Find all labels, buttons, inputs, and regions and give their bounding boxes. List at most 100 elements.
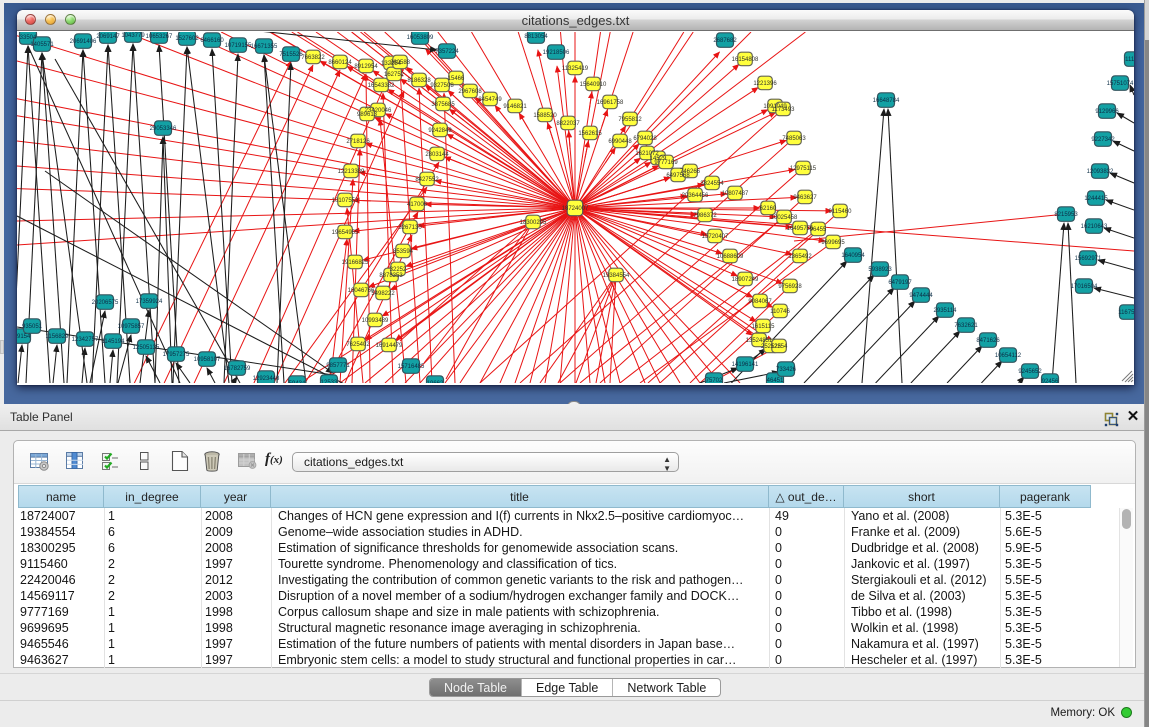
svg-text:16543382: 16543382 [368,83,395,89]
svg-text:260588: 260588 [390,60,411,66]
svg-text:9857771: 9857771 [326,363,350,369]
svg-text:7357224: 7357224 [435,49,459,55]
svg-text:7663822: 7663822 [301,55,325,61]
svg-text:746266: 746266 [680,169,701,175]
svg-text:9245652: 9245652 [1018,369,1042,375]
svg-text:16671355: 16671355 [251,44,278,50]
svg-text:15720407: 15720407 [702,234,729,240]
svg-text:1588520: 1588520 [533,113,557,119]
svg-text:8660124: 8660124 [328,60,352,66]
svg-text:12342757: 12342757 [72,337,99,343]
svg-text:9129966: 9129966 [1095,109,1119,115]
svg-text:20364456: 20364456 [682,193,709,199]
svg-text:46451: 46451 [767,378,784,383]
svg-text:15716485: 15716485 [398,364,425,370]
svg-text:8912954: 8912954 [354,64,378,70]
svg-text:16961758: 16961758 [597,100,624,106]
svg-text:17016504: 17016504 [1071,284,1098,290]
svg-text:8878353: 8878353 [379,273,403,279]
svg-text:10958107: 10958107 [194,357,221,363]
svg-text:96455: 96455 [810,227,827,233]
svg-text:1615115: 1615115 [752,324,776,330]
svg-text:12213389: 12213389 [338,169,365,175]
svg-text:16782759: 16782759 [224,366,251,372]
svg-text:10025458: 10025458 [771,215,798,221]
svg-text:8471626: 8471626 [976,338,1000,344]
svg-text:935051: 935051 [22,324,43,330]
svg-text:6479197: 6479197 [888,280,912,286]
svg-text:3875685: 3875685 [431,102,455,108]
svg-text:15466: 15466 [448,76,465,82]
svg-text:75702: 75702 [706,378,723,383]
svg-text:16053809: 16053809 [407,35,434,41]
svg-text:9146821: 9146821 [503,104,527,110]
svg-text:39154: 39154 [17,334,31,340]
svg-text:9115460: 9115460 [829,209,853,215]
svg-text:3267130: 3267130 [398,225,422,231]
svg-text:7632621: 7632621 [954,323,978,329]
svg-text:1173493: 1173493 [772,107,796,113]
svg-text:1244415: 1244415 [1084,196,1108,202]
svg-text:12254: 12254 [771,344,788,350]
svg-text:7515526: 7515526 [279,52,303,58]
svg-text:2687682: 2687682 [713,38,737,44]
svg-text:1640954: 1640954 [841,253,865,259]
svg-text:989613: 989613 [357,112,378,118]
svg-text:9227342: 9227342 [1091,137,1115,143]
svg-text:9327508: 9327508 [430,83,454,89]
svg-text:9474444: 9474444 [909,293,933,299]
svg-text:12975115: 12975115 [790,166,817,172]
svg-text:20206575: 20206575 [92,300,119,306]
svg-text:5498222: 5498222 [371,291,395,297]
svg-text:5938923: 5938923 [868,267,892,273]
svg-text:20691406: 20691406 [70,39,97,45]
svg-text:6990448: 6990448 [608,139,632,145]
svg-text:11325419: 11325419 [562,66,589,72]
svg-text:19662: 19662 [427,381,444,383]
svg-text:10993489: 10993489 [362,318,389,324]
svg-text:6466160: 6466160 [200,38,224,44]
svg-text:59434: 59434 [289,381,306,383]
svg-text:2069147: 2069147 [96,34,120,40]
svg-text:733426: 733426 [776,367,797,373]
svg-text:1156829: 1156829 [46,334,70,340]
svg-text:92456: 92456 [1042,379,1059,383]
svg-text:12505135: 12505135 [133,345,160,351]
svg-text:62160: 62160 [760,206,777,212]
svg-text:7955812: 7955812 [618,117,642,123]
svg-text:8813054: 8813054 [524,34,548,40]
svg-text:110746: 110746 [770,309,790,315]
svg-text:33504: 33504 [20,35,37,41]
svg-text:2718126: 2718126 [346,139,370,145]
svg-text:18300295: 18300295 [520,220,547,226]
svg-text:1562615: 1562615 [578,131,602,137]
svg-text:14196141: 14196141 [732,362,759,368]
svg-text:2967608: 2967608 [458,89,482,95]
svg-text:15692971: 15692971 [1075,256,1102,262]
svg-text:1405571: 1405571 [30,42,54,48]
svg-text:116753: 116753 [1118,310,1134,316]
svg-text:16154808: 16154808 [732,57,759,63]
svg-text:11174: 11174 [1125,57,1134,63]
svg-text:18907249: 18907249 [732,277,759,283]
svg-text:1221396: 1221396 [753,81,777,87]
svg-text:19384554: 19384554 [603,273,630,279]
svg-text:16914479: 16914479 [376,343,403,349]
svg-text:853594: 853594 [393,249,414,255]
svg-text:10653267: 10653267 [146,34,173,40]
svg-text:32252: 32252 [390,267,407,273]
svg-text:9242848: 9242848 [428,128,452,134]
svg-text:2935114: 2935114 [934,308,958,314]
svg-text:1043779: 1043779 [121,33,145,39]
svg-text:16648784: 16648784 [873,98,900,104]
svg-text:162752: 162752 [384,72,405,78]
svg-text:7625402: 7625402 [346,342,370,348]
svg-text:19166825: 19166825 [342,260,369,266]
svg-text:7986372: 7986372 [693,213,717,219]
svg-text:10107553: 10107553 [332,198,359,204]
svg-text:8822037: 8822037 [556,121,580,127]
svg-text:17957275: 17957275 [163,352,190,358]
svg-text:19218506: 19218506 [543,50,570,56]
svg-text:12093832: 12093832 [1087,169,1114,175]
svg-text:10719155: 10719155 [225,43,252,49]
